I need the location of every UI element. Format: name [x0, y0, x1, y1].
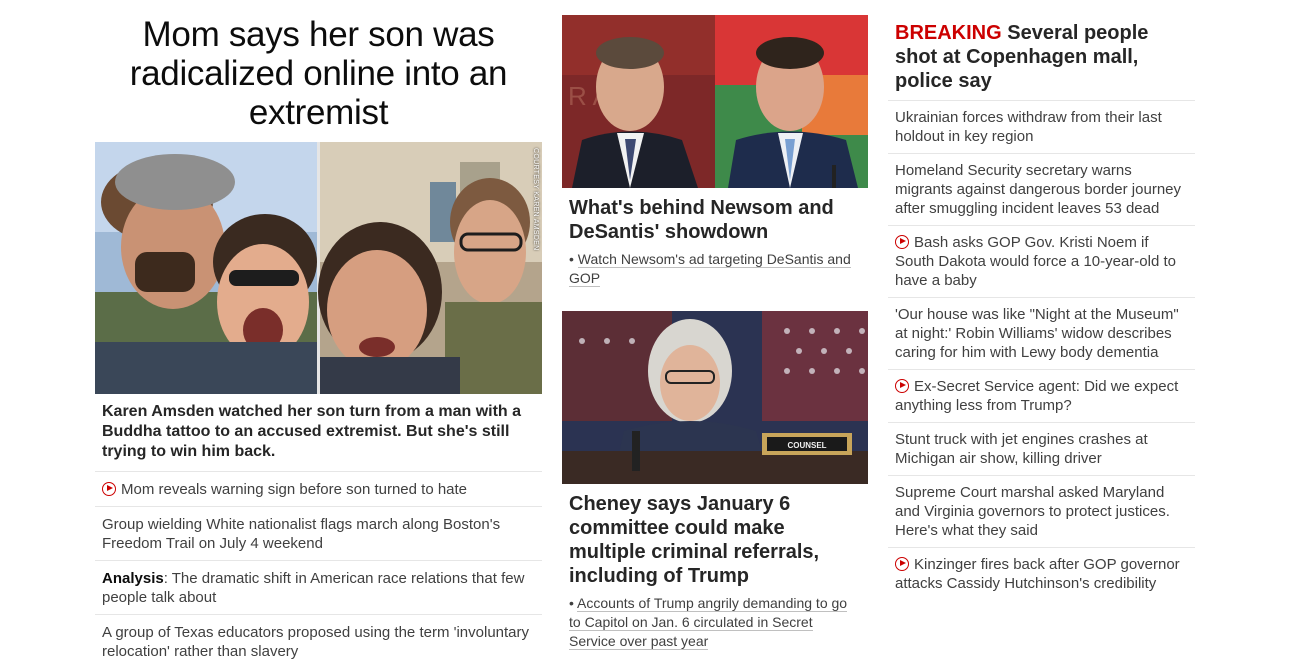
list-item-text: : The dramatic shift in American race re…: [102, 570, 525, 606]
lead-story-column: Mom says her son was radicalized online …: [95, 0, 542, 668]
trump-accounts-link-row: • Accounts of Trump angrily demanding to…: [562, 592, 868, 651]
list-item-text: Supreme Court marshal asked Maryland and…: [895, 484, 1170, 539]
play-icon: [895, 557, 909, 571]
lead-caption[interactable]: Karen Amsden watched her son turn from a…: [95, 394, 542, 472]
list-item-text: Bash asks GOP Gov. Kristi Noem if South …: [895, 234, 1176, 289]
counsel-placard: COUNSEL: [787, 441, 826, 450]
list-item[interactable]: A group of Texas educators proposed usin…: [95, 615, 542, 668]
play-icon: [895, 379, 909, 393]
newsom-ad-link-row: • Watch Newsom's ad targeting DeSantis a…: [562, 248, 868, 288]
list-item-text: Kinzinger fires back after GOP governor …: [895, 556, 1180, 592]
list-item[interactable]: Group wielding White nationalist flags m…: [95, 507, 542, 561]
list-item-text: Ex-Secret Service agent: Did we expect a…: [895, 378, 1179, 414]
breaking-headline[interactable]: BREAKING Several people shot at Copenhag…: [888, 0, 1195, 101]
list-item[interactable]: 'Our house was like "Night at the Museum…: [888, 298, 1195, 370]
list-item-text: 'Our house was like "Night at the Museum…: [895, 306, 1179, 361]
middle-column: R A D What's behind Newsom and DeSantis'…: [562, 15, 868, 651]
newsom-desantis-photo[interactable]: R A D: [562, 15, 868, 188]
list-item-text: Homeland Security secretary warns migran…: [895, 162, 1182, 217]
list-item-text: Group wielding White nationalist flags m…: [102, 516, 501, 552]
trump-accounts-link[interactable]: Accounts of Trump angrily demanding to g…: [569, 595, 848, 650]
bullet: •: [569, 595, 574, 611]
list-item-text: Stunt truck with jet engines crashes at …: [895, 431, 1148, 467]
newsom-desantis-headline[interactable]: What's behind Newsom and DeSantis' showd…: [562, 188, 868, 248]
list-item[interactable]: Bash asks GOP Gov. Kristi Noem if South …: [888, 226, 1195, 298]
cheney-photo[interactable]: COUNSEL: [562, 311, 868, 484]
list-item[interactable]: Analysis: The dramatic shift in American…: [95, 561, 542, 615]
list-item[interactable]: Supreme Court marshal asked Maryland and…: [888, 476, 1195, 548]
newsom-ad-link[interactable]: Watch Newsom's ad targeting DeSantis and…: [569, 251, 851, 287]
bullet: •: [569, 251, 574, 267]
lead-photo[interactable]: COURTESY KAREN AMSDEN: [95, 142, 542, 394]
list-item-text: Mom reveals warning sign before son turn…: [121, 481, 468, 498]
breaking-tag: BREAKING: [895, 22, 1002, 44]
list-item-text: A group of Texas educators proposed usin…: [102, 624, 530, 660]
newsom-desantis-image: R A D: [562, 15, 868, 188]
list-item[interactable]: Ex-Secret Service agent: Did we expect a…: [888, 370, 1195, 423]
photo-credit: COURTESY KAREN AMSDEN: [532, 148, 539, 251]
analysis-label: Analysis: [102, 570, 164, 587]
headlines-column: BREAKING Several people shot at Copenhag…: [888, 0, 1195, 600]
play-icon: [102, 482, 116, 496]
lead-headline[interactable]: Mom says her son was radicalized online …: [95, 0, 542, 142]
cheney-image: COUNSEL: [562, 311, 868, 484]
list-item[interactable]: Mom reveals warning sign before son turn…: [95, 472, 542, 507]
list-item[interactable]: Ukrainian forces withdraw from their las…: [888, 101, 1195, 154]
list-item[interactable]: Homeland Security secretary warns migran…: [888, 154, 1195, 226]
list-item-text: Ukrainian forces withdraw from their las…: [895, 109, 1162, 145]
lead-photo-image: [95, 142, 542, 394]
list-item[interactable]: Stunt truck with jet engines crashes at …: [888, 423, 1195, 476]
list-item[interactable]: Kinzinger fires back after GOP governor …: [888, 548, 1195, 600]
cheney-headline[interactable]: Cheney says January 6 committee could ma…: [562, 484, 868, 592]
play-icon: [895, 235, 909, 249]
